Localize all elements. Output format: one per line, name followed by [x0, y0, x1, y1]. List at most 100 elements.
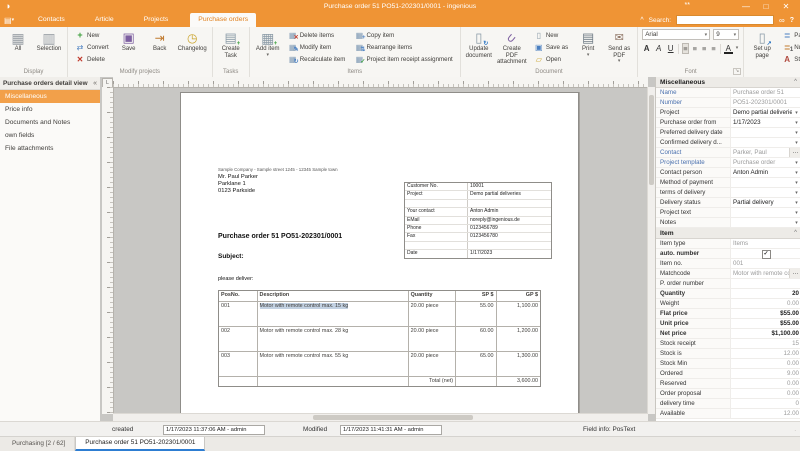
dropdown-arrow-icon[interactable]: ▾ [792, 180, 800, 186]
open-button[interactable]: ▱ Open [531, 54, 571, 65]
styles-button[interactable]: AStyles [779, 54, 800, 65]
font-dialog-launcher-icon[interactable]: ↘ [732, 68, 742, 75]
underline-button[interactable]: U [666, 44, 675, 53]
font-size-select[interactable]: 9 ▾ [713, 29, 740, 40]
menu-icon[interactable]: ▤▾ [4, 14, 14, 27]
save-button[interactable]: ▣ Save [115, 29, 143, 68]
help-icon[interactable]: ? [790, 17, 794, 24]
project-item-receipt-assignment-button[interactable]: ▦ ✓ Project item receipt assignment [351, 54, 455, 65]
copy-item-button[interactable]: ▦ + Copy item [351, 30, 455, 41]
property-value-order-proposal[interactable]: 0.00 [731, 389, 800, 398]
dropdown-arrow-icon[interactable]: ▾ [792, 140, 800, 146]
ellipsis-button[interactable]: … [789, 148, 800, 157]
property-value-weight[interactable]: 0.00 [731, 299, 800, 308]
sidebar-item-miscellaneous[interactable]: Miscellaneous [0, 90, 100, 103]
property-value-stock-receipt[interactable]: 15 [731, 339, 800, 348]
section-header-miscellaneous[interactable]: Miscellaneous ^ [656, 77, 800, 88]
all-button[interactable]: ▦ All [4, 29, 32, 68]
property-value-flat-price[interactable]: $55.00 [731, 309, 800, 318]
print-button[interactable]: ▤ Print ▾ [574, 29, 602, 68]
collapse-icon[interactable]: ^ [794, 230, 797, 236]
property-value-item-type[interactable]: Items [731, 239, 800, 248]
changelog-button[interactable]: ◷ Changelog [177, 29, 208, 68]
numbering-button[interactable]: ≣1Numbering [779, 42, 800, 53]
modify-item-button[interactable]: ▦ ✎ Modify item [285, 42, 349, 53]
send-as-pdf-button[interactable]: ✉ Send as PDF ▾ [605, 29, 633, 68]
back-button[interactable]: ⇥ Back [146, 29, 174, 68]
delete-items-button[interactable]: ▦ ✕ Delete items [285, 30, 349, 41]
align-left-icon[interactable]: ≡ [682, 43, 689, 54]
property-value-unit-price[interactable]: $55.00 [731, 319, 800, 328]
bold-button[interactable]: A [642, 44, 651, 53]
convert-button[interactable]: ⇄ Convert [72, 42, 112, 53]
property-value-number[interactable]: PO51-202301/0001 [731, 98, 800, 107]
font-family-select[interactable]: Arial ▾ [642, 29, 711, 40]
align-right-icon[interactable]: ≡ [701, 43, 707, 54]
new-button[interactable]: ▯ New [531, 30, 571, 41]
add-item-button[interactable]: ▦ + Add item ▾ [254, 29, 282, 68]
scrollbar-thumb[interactable] [649, 95, 654, 185]
property-value-ordered[interactable]: 9.00 [731, 369, 800, 378]
italic-button[interactable]: A [654, 44, 663, 53]
selection-button[interactable]: ▥ Selection [35, 29, 63, 68]
rearrange-items-button[interactable]: ▦ ⇅ Rearrange items [351, 42, 455, 53]
sidebar-item-file-attachments[interactable]: File attachments [0, 142, 100, 155]
scrollbar-thumb[interactable] [313, 415, 473, 420]
ellipsis-button[interactable]: … [789, 269, 800, 278]
property-value-available[interactable]: 12.00 [731, 409, 800, 418]
property-value-name[interactable]: Purchase order 51 [731, 88, 800, 97]
dropdown-arrow-icon[interactable]: ▾ [792, 130, 800, 136]
dropdown-arrow-icon[interactable]: ▾ [792, 190, 800, 196]
property-value-net-price[interactable]: $1,100.00 [731, 329, 800, 338]
create-pdf-attachment-button[interactable]: ∪ Create PDF attachment [496, 29, 528, 68]
dropdown-arrow-icon[interactable]: ▾ [792, 170, 800, 176]
dropdown-arrow-icon[interactable]: ▾ [792, 160, 800, 166]
bottom-tab-purchasing-2-62[interactable]: Purchasing [2 / 62] [3, 437, 76, 451]
dropdown-arrow-icon[interactable]: ▾ [792, 110, 800, 116]
minimize-icon[interactable]: — [738, 0, 754, 13]
property-value-purchase-order-from[interactable]: 1/17/2023 [731, 118, 792, 127]
horizontal-scrollbar[interactable] [113, 413, 648, 421]
tab-purchase-orders[interactable]: Purchase orders [190, 13, 257, 27]
set-up-page-button[interactable]: ▯ ↗ Set up page [748, 29, 776, 68]
paragraph-button[interactable]: ≣Paragraph [779, 30, 800, 41]
chevrons-left-icon[interactable]: « [93, 80, 97, 87]
dropdown-arrow-icon[interactable]: ▾ [792, 200, 800, 206]
checkbox-checked-icon[interactable]: ✓ [761, 249, 771, 259]
sidebar-item-price-info[interactable]: Price info [0, 103, 100, 116]
property-value-matchcode[interactable]: Motor with remote contr... [731, 269, 789, 278]
align-justify-icon[interactable]: ≡ [710, 43, 716, 54]
sidebar-item-own-fields[interactable]: own fields [0, 129, 100, 142]
sidebar-item-documents-and-notes[interactable]: Documents and Notes [0, 116, 100, 129]
dropdown-arrow-icon[interactable]: ▾ [792, 120, 800, 126]
property-value-quantity[interactable]: 20 [731, 289, 800, 298]
property-value-project-template[interactable]: Purchase order [731, 158, 792, 167]
property-value-stock-is[interactable]: 12.00 [731, 349, 800, 358]
bottom-tab-purchase-order-51-po51-202301-0001[interactable]: Purchase order 51 PO51-202301/0001 [75, 437, 206, 451]
tab-contacts[interactable]: Contacts [30, 13, 73, 27]
property-value-auto-number[interactable]: ✓ [731, 249, 800, 259]
font-color-button[interactable]: A [723, 44, 733, 54]
create-task-button[interactable]: ▤ + Create Task [217, 29, 245, 68]
update-document-button[interactable]: ▯ ↻ Update document [465, 29, 493, 68]
tab-article[interactable]: Article [87, 13, 122, 27]
property-value-delivery-status[interactable]: Partial delivery [731, 198, 792, 207]
property-value-contact[interactable]: Parker, Paul [731, 148, 789, 157]
property-value-project[interactable]: Demo partial deliveries [731, 108, 792, 117]
save-as-button[interactable]: ▣ Save as [531, 42, 571, 53]
dropdown-arrow-icon[interactable]: ▾ [792, 210, 800, 216]
collapse-icon[interactable]: ^ [794, 79, 797, 85]
dropdown-arrow-icon[interactable]: ▾ [792, 220, 800, 226]
delete-button[interactable]: ✕ Delete [72, 54, 112, 65]
maximize-icon[interactable]: □ [758, 0, 774, 13]
align-center-icon[interactable]: ≡ [692, 43, 698, 54]
new-button[interactable]: + New [72, 30, 112, 41]
section-header-item[interactable]: Item ^ [656, 228, 800, 239]
binoculars-search-icon[interactable]: ∞ [779, 16, 785, 25]
tab-projects[interactable]: Projects [136, 13, 177, 27]
collapse-ribbon-icon[interactable]: ^ [640, 17, 643, 24]
property-value-reserved[interactable]: 0.00 [731, 379, 800, 388]
close-icon[interactable]: ✕ [778, 0, 794, 13]
property-value-item-no[interactable]: 001 [731, 259, 800, 268]
search-input[interactable] [676, 15, 775, 25]
